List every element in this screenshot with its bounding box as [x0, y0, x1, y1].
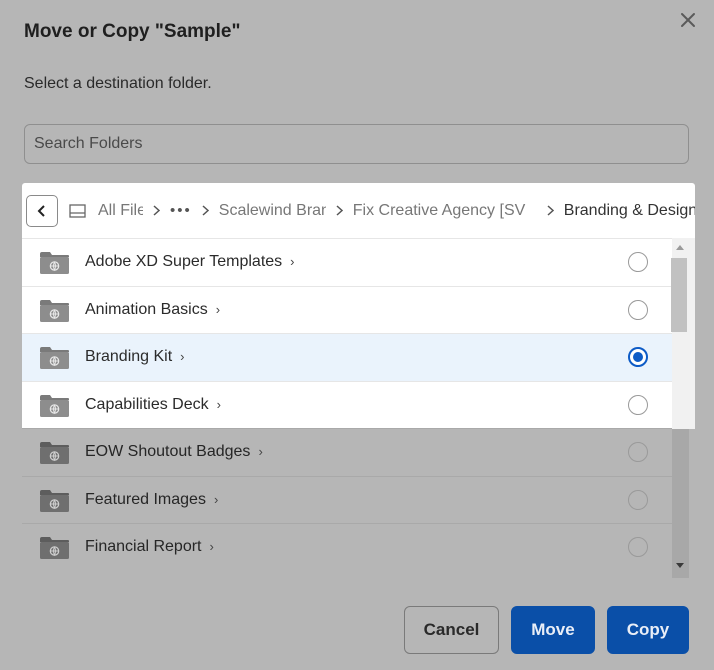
- move-button[interactable]: Move: [511, 606, 595, 654]
- shared-folder-icon: [40, 347, 69, 369]
- folder-radio[interactable]: [628, 347, 648, 367]
- folder-name[interactable]: Animation Basics ›: [85, 301, 220, 319]
- chevron-left-icon: [37, 204, 45, 217]
- close-icon[interactable]: [677, 9, 699, 31]
- folder-radio[interactable]: [628, 394, 648, 415]
- shared-folder-icon: [40, 394, 69, 417]
- drive-icon: [69, 203, 86, 218]
- folder-name-text: Capabilities Deck: [85, 395, 209, 413]
- breadcrumb-item-all-files[interactable]: All Files: [98, 202, 143, 220]
- folder-name-text: Financial Report: [85, 538, 202, 555]
- folder-name-text: EOW Shoutout Badges: [85, 443, 251, 460]
- folder-row[interactable]: EOW Shoutout Badges ›: [22, 428, 672, 476]
- folder-radio[interactable]: [628, 252, 648, 272]
- breadcrumb-item-current: Branding & Design: [563, 201, 695, 219]
- chevron-right-icon: ›: [209, 539, 214, 554]
- copy-button[interactable]: Copy: [607, 606, 689, 654]
- dialog-title: Move or Copy "Sample": [24, 21, 241, 42]
- folder-row[interactable]: Financial Report ›: [22, 523, 672, 571]
- folder-name-text: Adobe XD Super Templates: [85, 253, 283, 270]
- breadcrumb-trail: All Files ••• Scalewind Brand Fix Creati…: [69, 202, 695, 220]
- breadcrumb-item-more[interactable]: •••: [170, 202, 192, 219]
- chevron-right-icon: ›: [290, 254, 295, 269]
- folder-name[interactable]: Featured Images ›: [85, 491, 218, 509]
- folder-row[interactable]: Capabilities Deck ›: [22, 380, 672, 428]
- chevron-right-icon: ›: [216, 396, 221, 412]
- folder-name-text: Branding Kit: [85, 348, 173, 365]
- scroll-up-icon[interactable]: [675, 243, 685, 251]
- folder-row[interactable]: Adobe XD Super Templates ›: [22, 238, 672, 286]
- folder-name-text: Animation Basics: [85, 300, 208, 318]
- chevron-right-icon: ›: [215, 301, 221, 317]
- breadcrumb: All Files ••• Scalewind Brand Fix Creati…: [22, 183, 695, 238]
- chevron-right-icon: [202, 205, 209, 216]
- search-input[interactable]: [24, 124, 689, 164]
- chevron-right-icon: ›: [213, 491, 219, 507]
- shared-folder-icon: [40, 299, 69, 322]
- shared-folder-icon: [40, 537, 69, 559]
- chevron-right-icon: [547, 205, 554, 216]
- back-button[interactable]: [26, 194, 58, 227]
- folder-name[interactable]: Branding Kit ›: [85, 348, 185, 366]
- shared-folder-icon: [40, 442, 69, 464]
- scroll-down-icon[interactable]: [675, 562, 685, 570]
- cancel-button[interactable]: Cancel: [404, 606, 499, 654]
- dialog-subtitle: Select a destination folder.: [24, 75, 212, 92]
- folder-list: Adobe XD Super Templates › Animation Basic…: [22, 238, 672, 578]
- folder-name[interactable]: Financial Report ›: [85, 538, 214, 556]
- chevron-right-icon: ›: [258, 444, 263, 459]
- folder-radio[interactable]: [628, 442, 648, 462]
- shared-folder-icon: [40, 252, 69, 274]
- breadcrumb-item-scalewind[interactable]: Scalewind Brand: [219, 202, 326, 220]
- breadcrumb-item-fix-creative[interactable]: Fix Creative Agency [SV: [353, 202, 537, 220]
- folder-name[interactable]: EOW Shoutout Badges ›: [85, 443, 263, 461]
- folder-radio[interactable]: [628, 299, 648, 320]
- folder-radio[interactable]: [628, 537, 648, 557]
- chevron-right-icon: ›: [180, 349, 185, 364]
- scrollbar-thumb[interactable]: [671, 258, 687, 332]
- folder-name[interactable]: Adobe XD Super Templates ›: [85, 253, 295, 271]
- chevron-right-icon: [336, 205, 343, 216]
- chevron-right-icon: [153, 205, 161, 216]
- folder-radio[interactable]: [628, 489, 648, 510]
- shared-folder-icon: [40, 489, 69, 512]
- folder-name-text: Featured Images: [85, 490, 206, 508]
- folder-name[interactable]: Capabilities Deck ›: [85, 396, 221, 414]
- folder-row[interactable]: Animation Basics ›: [22, 285, 672, 333]
- folder-row[interactable]: Branding Kit ›: [22, 333, 672, 381]
- folder-row[interactable]: Featured Images ›: [22, 475, 672, 523]
- scrollbar-track-lower[interactable]: [672, 429, 689, 578]
